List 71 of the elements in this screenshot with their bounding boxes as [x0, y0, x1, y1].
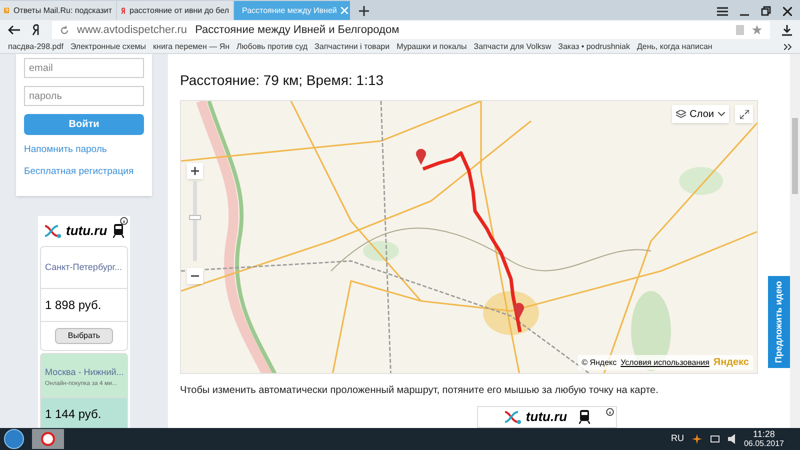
browser-tab[interactable]: Ответы Mail.Ru: подсказит [0, 1, 116, 20]
bookmark-link[interactable]: Запчастини і товари [314, 40, 390, 52]
taskbar-app[interactable] [32, 429, 64, 449]
download-icon[interactable] [782, 24, 792, 36]
info-icon [120, 216, 128, 224]
page-title: Расстояние между Ивней и Белгородом [195, 22, 400, 38]
bookmark-link[interactable]: пасдва-298.pdf [8, 40, 64, 52]
new-tab-icon[interactable] [359, 6, 369, 16]
brand-name: tutu.ru [526, 408, 568, 426]
clock[interactable]: 11:28 06.05.2017 [744, 429, 784, 449]
question-icon [4, 5, 10, 16]
bookmark-link[interactable]: Электронные схемы [70, 40, 146, 52]
tray-icon[interactable] [692, 434, 702, 444]
bookmark-link[interactable]: книга перемен — Ян [153, 40, 230, 52]
back-arrow-icon[interactable] [8, 25, 20, 35]
reload-icon[interactable] [60, 26, 69, 34]
offer-card[interactable]: Санкт-Петербург... 1 898 руб. Выбрать [40, 246, 128, 351]
map-pin-icon [513, 301, 525, 319]
fullscreen-button[interactable] [735, 105, 753, 123]
tutu-logo-icon [504, 410, 522, 424]
zoom-slider-thumb[interactable] [189, 214, 201, 220]
layers-icon [676, 110, 686, 118]
tutu-logo-icon [44, 224, 62, 238]
bookmark-link[interactable]: Заказ • podrushniak [558, 40, 630, 52]
browser-tab[interactable]: расстояние от ивни до бел [117, 1, 233, 20]
expand-icon [740, 110, 748, 118]
network-icon[interactable] [710, 434, 720, 444]
star-icon[interactable] [752, 25, 762, 35]
route-text: Москва - Нижний... [44, 366, 125, 379]
language-indicator[interactable]: RU [670, 432, 684, 446]
hint-text: Чтобы изменить автоматически проложенный маршрут, потяните его мышью за любую точку на карте. [180, 384, 660, 398]
price-text: 1 144 руб. [41, 396, 127, 428]
train-icon [579, 410, 590, 424]
plus-icon [191, 167, 199, 175]
restore-icon[interactable] [761, 6, 771, 16]
email-field[interactable]: email [24, 58, 144, 78]
scrollbar-thumb[interactable] [792, 118, 798, 194]
close-icon[interactable] [783, 6, 792, 16]
map-logo: Яндекс [713, 356, 749, 370]
choose-button[interactable]: Выбрать [54, 328, 114, 344]
address-bar[interactable]: www.avtodispetcher.ru Расстояние между Ивней и Белгородом [52, 21, 770, 39]
page-icon [736, 25, 744, 35]
bookmark-link[interactable]: Мурашки и покалы [396, 40, 467, 52]
volume-icon[interactable] [728, 434, 736, 444]
map-pin-icon [415, 147, 427, 165]
distance-heading: Расстояние: 79 км; Время: 1:13 [180, 71, 385, 90]
minus-icon [191, 275, 199, 277]
terms-link[interactable]: Условия использования [620, 356, 710, 369]
layers-button[interactable]: Слои [672, 105, 729, 123]
zoom-out-button[interactable] [187, 268, 203, 284]
map-panel[interactable]: Слои © Яндекс Условия использования Яндекс [180, 100, 758, 374]
letter-icon [121, 4, 126, 16]
url-text: www.avtodispetcher.ru [77, 22, 188, 38]
caret-icon [718, 112, 725, 116]
more-bookmarks-icon[interactable] [784, 44, 792, 50]
password-field[interactable]: пароль [24, 86, 144, 106]
brand-name: tutu.ru [66, 222, 108, 240]
browser-logo-icon[interactable] [32, 24, 40, 36]
route-text: Санкт-Петербург... [44, 260, 123, 274]
start-button[interactable] [4, 429, 24, 449]
price-text: 1 898 руб. [41, 288, 127, 321]
zoom-in-button[interactable] [187, 163, 203, 179]
menu-icon[interactable] [717, 6, 728, 16]
feedback-tab[interactable]: Предложить идею [768, 276, 790, 368]
train-icon [113, 224, 124, 238]
bookmark-link[interactable]: Запчасти для Volksw [474, 40, 552, 52]
bookmark-link[interactable]: День, когда написан [636, 40, 712, 52]
copyright-text: © Яндекс [582, 356, 617, 369]
info-icon [606, 408, 614, 416]
browser-icon [41, 432, 55, 446]
bookmark-link[interactable]: Любовь против суд [236, 40, 308, 52]
